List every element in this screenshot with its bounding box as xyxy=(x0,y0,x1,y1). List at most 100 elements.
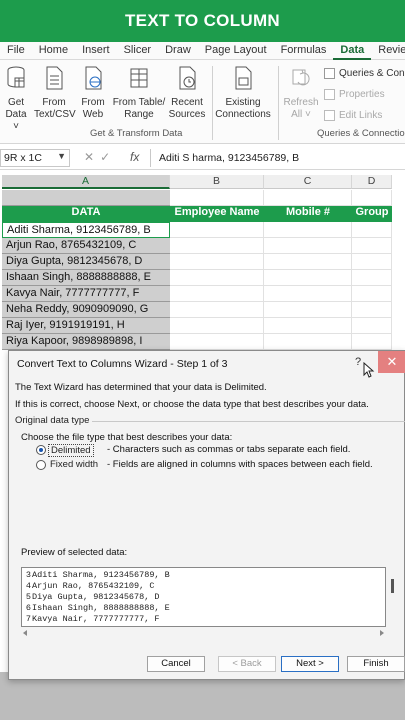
header-cell-group[interactable]: Group xyxy=(352,206,392,222)
preview-horizontal-scrollbar[interactable] xyxy=(21,629,386,637)
grid-cell[interactable] xyxy=(352,318,392,334)
tab-review[interactable]: Review xyxy=(371,42,405,60)
properties-icon xyxy=(324,89,335,100)
grid-cell[interactable] xyxy=(170,190,264,206)
chevron-down-icon[interactable]: ▼ xyxy=(57,151,66,161)
grid-cell[interactable] xyxy=(352,190,392,206)
grid-cell[interactable] xyxy=(264,222,352,238)
get-transform-group-label: Get & Transform Data xyxy=(90,128,183,139)
grid-cell[interactable] xyxy=(352,334,392,350)
data-preview[interactable]: 3Aditi Sharma, 9123456789, B 4Arjun Rao,… xyxy=(21,567,386,627)
grid-cell[interactable] xyxy=(264,238,352,254)
delimited-radio[interactable] xyxy=(36,445,46,455)
tab-file[interactable]: File xyxy=(0,42,32,60)
grid-cell[interactable] xyxy=(264,286,352,302)
from-table-range-button[interactable]: From Table/ Range xyxy=(112,66,166,121)
data-cell[interactable]: Aditi Sharma, 9123456789, B xyxy=(2,222,170,238)
tab-draw[interactable]: Draw xyxy=(158,42,198,60)
data-cell[interactable]: Riya Kapoor, 9898989898, I xyxy=(2,334,170,350)
preview-vertical-scrollbar[interactable] xyxy=(388,567,398,627)
recent-sources-button[interactable]: Recent Sources xyxy=(168,66,206,121)
grid-cell[interactable] xyxy=(352,286,392,302)
grid-cell[interactable] xyxy=(170,318,264,334)
refresh-label-1: Refresh xyxy=(283,97,319,108)
fixed-width-description: - Fields are aligned in columns with spa… xyxy=(107,459,373,470)
data-cell[interactable]: Diya Gupta, 9812345678, D xyxy=(2,254,170,270)
get-data-button[interactable]: Get Data ˅ xyxy=(2,66,30,133)
grid-cell[interactable] xyxy=(170,286,264,302)
grid-cell[interactable] xyxy=(264,270,352,286)
queries-icon xyxy=(324,68,335,79)
get-data-label-1: Get xyxy=(7,97,25,108)
video-title-banner: TEXT TO COLUMN xyxy=(0,0,405,42)
header-cell-employee-name[interactable]: Employee Name xyxy=(170,206,264,222)
fixed-width-radio[interactable] xyxy=(36,460,46,470)
next-button[interactable]: Next > xyxy=(281,656,339,672)
column-header-b[interactable]: B xyxy=(170,175,264,189)
tab-home[interactable]: Home xyxy=(32,42,75,60)
formula-bar: 9R x 1C ▼ ✕✓ fx Aditi S harma, 9123456789… xyxy=(0,146,405,170)
grid-cell[interactable] xyxy=(170,334,264,350)
delimited-label[interactable]: Delimited xyxy=(48,444,94,457)
ribbon-separator xyxy=(278,66,279,140)
grid-cell[interactable] xyxy=(264,334,352,350)
grid-cell[interactable] xyxy=(170,302,264,318)
tab-page-layout[interactable]: Page Layout xyxy=(198,42,274,60)
tab-formulas[interactable]: Formulas xyxy=(274,42,334,60)
data-cell[interactable]: Arjun Rao, 8765432109, C xyxy=(2,238,170,254)
queries-connections-button[interactable]: Queries & Connections xyxy=(324,68,405,79)
name-box[interactable]: 9R x 1C ▼ xyxy=(0,149,70,167)
formula-input[interactable]: Aditi S harma, 9123456789, B xyxy=(150,149,405,167)
insert-function-icon[interactable]: fx xyxy=(130,150,139,164)
group-title: Original data type xyxy=(15,415,93,426)
grid-cell[interactable] xyxy=(170,254,264,270)
grid-cell[interactable] xyxy=(170,270,264,286)
ribbon-data: Get Data ˅ From Text/CSV From Web From T… xyxy=(0,60,405,144)
refresh-all-button[interactable]: Refresh All ˅ xyxy=(283,66,319,121)
grid-cell[interactable] xyxy=(170,238,264,254)
tab-slicer[interactable]: Slicer xyxy=(117,42,159,60)
properties-button[interactable]: Properties xyxy=(324,89,385,100)
data-cell[interactable]: Neha Reddy, 9090909090, G xyxy=(2,302,170,318)
grid-cell[interactable] xyxy=(352,222,392,238)
from-web-button[interactable]: From Web xyxy=(78,66,108,121)
grid-cell[interactable] xyxy=(170,222,264,238)
column-header-d[interactable]: D xyxy=(352,175,392,189)
column-header-a[interactable]: A xyxy=(2,175,170,189)
fixed-width-label[interactable]: Fixed width xyxy=(50,459,98,470)
grid-cell[interactable] xyxy=(264,302,352,318)
edit-links-button[interactable]: Edit Links xyxy=(324,110,382,121)
close-button[interactable]: ✕ xyxy=(378,351,405,373)
mouse-cursor-icon xyxy=(363,362,375,378)
tab-insert[interactable]: Insert xyxy=(75,42,117,60)
grid-cell[interactable] xyxy=(264,190,352,206)
formula-buttons: ✕✓ xyxy=(84,150,116,164)
recent-sources-label-1: Recent xyxy=(171,97,203,108)
database-icon xyxy=(7,66,25,88)
edit-links-icon xyxy=(324,110,335,121)
data-cell[interactable]: Kavya Nair, 7777777777, F xyxy=(2,286,170,302)
grid-cell[interactable] xyxy=(264,318,352,334)
back-button[interactable]: < Back xyxy=(218,656,276,672)
confirm-entry-icon[interactable]: ✓ xyxy=(100,150,116,164)
queries-group-label: Queries & Connections xyxy=(317,128,405,139)
finish-button[interactable]: Finish xyxy=(347,656,405,672)
grid-cell[interactable] xyxy=(352,302,392,318)
from-text-csv-button[interactable]: From Text/CSV xyxy=(34,66,76,121)
help-icon[interactable]: ? xyxy=(355,356,361,368)
name-box-value: 9R x 1C xyxy=(4,152,42,164)
data-cell[interactable]: Ishaan Singh, 8888888888, E xyxy=(2,270,170,286)
data-cell[interactable]: Raj Iyer, 9191919191, H xyxy=(2,318,170,334)
header-cell-data[interactable]: DATA xyxy=(2,206,170,222)
selected-empty-cell[interactable] xyxy=(2,190,170,206)
grid-cell[interactable] xyxy=(264,254,352,270)
grid-cell[interactable] xyxy=(352,254,392,270)
grid-cell[interactable] xyxy=(352,270,392,286)
existing-connections-button[interactable]: Existing Connections xyxy=(215,66,271,121)
tab-data[interactable]: Data xyxy=(333,42,372,60)
cancel-entry-icon[interactable]: ✕ xyxy=(84,150,100,164)
column-header-c[interactable]: C xyxy=(264,175,352,189)
grid-cell[interactable] xyxy=(352,238,392,254)
cancel-button[interactable]: Cancel xyxy=(147,656,205,672)
header-cell-mobile[interactable]: Mobile # xyxy=(264,206,352,222)
